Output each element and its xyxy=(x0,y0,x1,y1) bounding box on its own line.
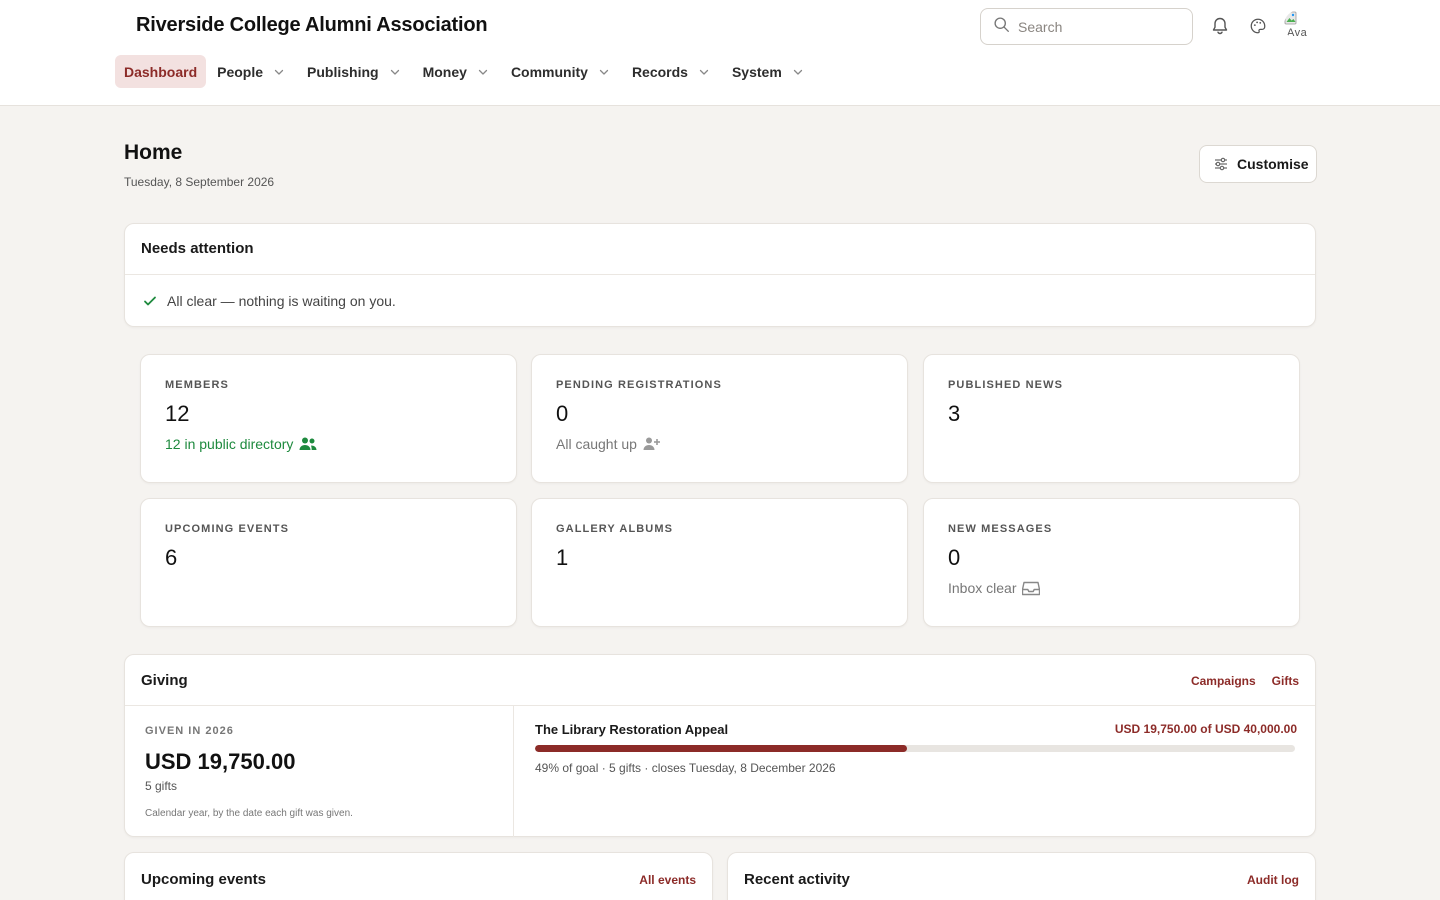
customise-label: Customise xyxy=(1237,156,1309,172)
nav-item-publishing[interactable]: Publishing xyxy=(298,55,412,88)
check-icon xyxy=(143,294,157,308)
nav-item-system[interactable]: System xyxy=(723,55,815,88)
stat-label: PUBLISHED NEWS xyxy=(948,379,1064,391)
campaign-total: USD 19,750.00 of USD 40,000.00 xyxy=(1114,722,1297,736)
needs-attention-card: Needs attention All clear — nothing is w… xyxy=(124,223,1316,327)
chevron-down-icon xyxy=(273,66,285,78)
chevron-down-icon xyxy=(389,66,401,78)
stat-card-new-messages[interactable]: NEW MESSAGES 0 Inbox clear xyxy=(923,498,1300,627)
upcoming-events-card: Upcoming events All events xyxy=(124,852,713,900)
giving-card: Giving Campaigns Gifts GIVEN IN 2026 USD… xyxy=(124,654,1316,837)
stat-subtext-label: All caught up xyxy=(556,436,637,452)
brand-title[interactable]: Riverside College Alumni Association xyxy=(136,14,488,37)
customise-button[interactable]: Customise xyxy=(1199,145,1317,183)
stat-label: UPCOMING EVENTS xyxy=(165,523,290,535)
gift-count: 5 gifts xyxy=(145,779,178,793)
stat-value: 0 xyxy=(556,401,569,426)
stat-subtext: Inbox clear xyxy=(948,580,1275,596)
campaign-progress-bar xyxy=(535,745,1295,752)
stat-subtext-label: 12 in public directory xyxy=(165,436,294,452)
stat-label: PENDING REGISTRATIONS xyxy=(556,379,722,391)
user-plus-icon xyxy=(643,436,661,452)
giving-note: Calendar year, by the date each gift was… xyxy=(145,808,353,819)
nav-item-records[interactable]: Records xyxy=(623,55,721,88)
stat-card-pending-registrations[interactable]: PENDING REGISTRATIONS 0 All caught up xyxy=(531,354,908,483)
stat-value: 3 xyxy=(948,401,961,426)
chevron-down-icon xyxy=(792,66,804,78)
stat-value: 1 xyxy=(556,545,569,570)
stat-value: 0 xyxy=(948,545,961,570)
stat-label: GALLERY ALBUMS xyxy=(556,523,674,535)
nav-item-dashboard[interactable]: Dashboard xyxy=(115,55,207,88)
nav-item-community[interactable]: Community xyxy=(502,55,621,88)
given-label: GIVEN IN 2026 xyxy=(145,725,234,737)
all-events-link[interactable]: All events xyxy=(639,873,696,887)
palette-icon[interactable] xyxy=(1247,15,1269,37)
avatar[interactable]: Ava xyxy=(1284,10,1314,40)
nav-item-label: Dashboard xyxy=(124,63,198,80)
chevron-down-icon xyxy=(477,66,489,78)
chevron-down-icon xyxy=(698,66,710,78)
nav-item-label: System xyxy=(731,63,782,80)
giving-title: Giving xyxy=(141,672,188,689)
top-bar: Riverside College Alumni Association Ava… xyxy=(0,0,1440,106)
stat-value: 6 xyxy=(165,545,178,570)
needs-attention-title: Needs attention xyxy=(125,224,1315,275)
nav-item-label: Money xyxy=(422,63,467,80)
campaign-name[interactable]: The Library Restoration Appeal xyxy=(535,722,728,737)
stat-card-published-news[interactable]: PUBLISHED NEWS 3 xyxy=(923,354,1300,483)
nav-item-people[interactable]: People xyxy=(208,55,296,88)
stat-label: NEW MESSAGES xyxy=(948,523,1053,535)
main-nav: Dashboard People Publishing Money Community R… xyxy=(115,55,817,88)
stat-card-upcoming-events[interactable]: UPCOMING EVENTS 6 xyxy=(140,498,517,627)
search-input[interactable] xyxy=(1018,18,1178,35)
search-icon xyxy=(993,16,1010,38)
recent-activity-title: Recent activity xyxy=(744,871,850,888)
nav-item-money[interactable]: Money xyxy=(414,55,500,88)
recent-activity-card: Recent activity Audit log xyxy=(727,852,1316,900)
campaign-progress-fill xyxy=(535,745,908,752)
page-date: Tuesday, 8 September 2026 xyxy=(124,175,275,189)
attention-message: All clear — nothing is waiting on you. xyxy=(167,293,396,309)
given-amount: USD 19,750.00 xyxy=(145,749,296,774)
sliders-icon xyxy=(1213,156,1229,172)
users-icon xyxy=(299,436,317,452)
stat-subtext-label: Inbox clear xyxy=(948,580,1017,596)
audit-log-link[interactable]: Audit log xyxy=(1247,873,1299,887)
campaigns-link[interactable]: Campaigns xyxy=(1191,674,1256,688)
campaign-meta: 49% of goal · 5 gifts · closes Tuesday, … xyxy=(535,761,836,775)
upcoming-events-title: Upcoming events xyxy=(141,871,267,888)
nav-item-label: Publishing xyxy=(307,63,379,80)
stat-subtext: All caught up xyxy=(556,436,883,452)
bell-icon[interactable] xyxy=(1209,15,1231,37)
nav-item-label: Records xyxy=(631,63,688,80)
stat-value: 12 xyxy=(165,401,190,426)
stat-subtext: 12 in public directory xyxy=(165,436,492,452)
stat-card-gallery-albums[interactable]: GALLERY ALBUMS 1 xyxy=(531,498,908,627)
gifts-link[interactable]: Gifts xyxy=(1272,674,1299,688)
stat-label: MEMBERS xyxy=(165,379,229,391)
avatar-alt-text: Ava xyxy=(1287,27,1308,39)
stat-card-members[interactable]: MEMBERS 12 12 in public directory xyxy=(140,354,517,483)
nav-item-label: People xyxy=(217,63,264,80)
inbox-icon xyxy=(1022,581,1041,596)
nav-item-label: Community xyxy=(510,63,588,80)
chevron-down-icon xyxy=(598,66,610,78)
page-title: Home xyxy=(124,141,183,164)
search-box[interactable] xyxy=(980,8,1193,45)
